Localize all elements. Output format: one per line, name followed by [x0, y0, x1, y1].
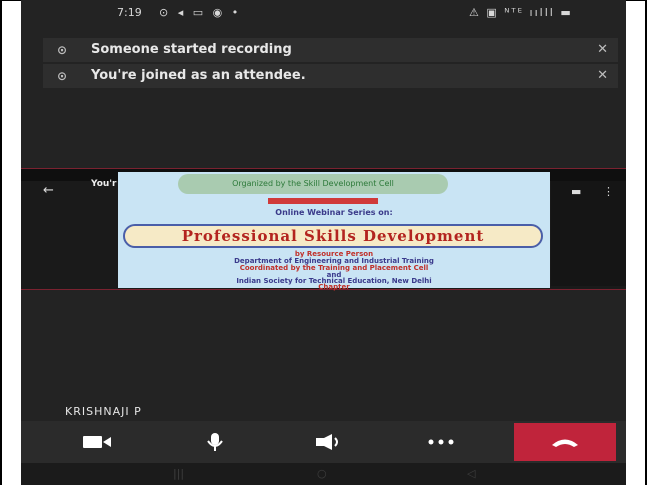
slide-line: Chapter [318, 283, 350, 291]
speaker-icon [316, 434, 338, 450]
notification-text: You're joined as an attendee. [91, 68, 306, 83]
slide-series: Online Webinar Series on: [275, 208, 393, 217]
more-vertical-icon[interactable]: ⋮ [603, 185, 614, 198]
back-arrow-icon[interactable]: ← [43, 183, 54, 198]
participant-name: KRISHNAJI P [65, 405, 142, 418]
call-controls [21, 421, 626, 463]
slide-title: Professional Skills Development [123, 224, 543, 248]
more-button[interactable] [405, 424, 477, 460]
end-call-button[interactable] [514, 423, 616, 461]
slide-header-pill: Organized by the Skill Development Cell [178, 174, 448, 194]
more-options-icon [428, 439, 454, 445]
minimize-icon[interactable]: ▬ [571, 185, 581, 198]
meeting-screen: 7:19 ⊙ ◂ ▭ ◉ • ⚠ ▣ ᴺᵀᴱ ıılll ▬ ⊙ Someone… [21, 0, 626, 485]
android-nav-bar: ||| ○ ◁ [21, 463, 626, 485]
status-time: 7:19 [117, 6, 142, 19]
notification-text: Someone started recording [91, 42, 292, 57]
slide-red-bar [268, 198, 378, 204]
status-bar: 7:19 ⊙ ◂ ▭ ◉ • ⚠ ▣ ᴺᵀᴱ ıılll ▬ [21, 0, 626, 26]
notification-attendee: ⊙ You're joined as an attendee. ✕ [43, 64, 618, 88]
close-icon[interactable]: ✕ [597, 42, 608, 57]
mic-button[interactable] [179, 424, 251, 460]
video-button[interactable] [61, 424, 133, 460]
microphone-icon [207, 433, 223, 451]
recording-icon: ⊙ [57, 43, 68, 57]
speaker-button[interactable] [293, 424, 365, 460]
close-icon[interactable]: ✕ [597, 68, 608, 83]
video-camera-icon [83, 436, 111, 448]
shared-screen[interactable]: ← You'r Organized by the Skill Developme… [21, 168, 626, 291]
recent-apps-icon[interactable]: ||| [173, 467, 184, 480]
status-left-icons: ⊙ ◂ ▭ ◉ • [159, 6, 242, 19]
shared-side-panel: ▬ ⋮ [551, 181, 626, 286]
end-call-icon [552, 439, 578, 447]
status-right-icons: ⚠ ▣ ᴺᵀᴱ ıılll ▬ [469, 6, 573, 19]
home-icon[interactable]: ○ [317, 467, 327, 480]
nav-back-icon[interactable]: ◁ [467, 467, 475, 480]
notification-recording: ⊙ Someone started recording ✕ [43, 38, 618, 62]
presentation-slide: Organized by the Skill Development Cell … [118, 172, 550, 291]
shared-user-label: You'r [91, 179, 117, 189]
attendee-icon: ⊙ [57, 69, 68, 83]
